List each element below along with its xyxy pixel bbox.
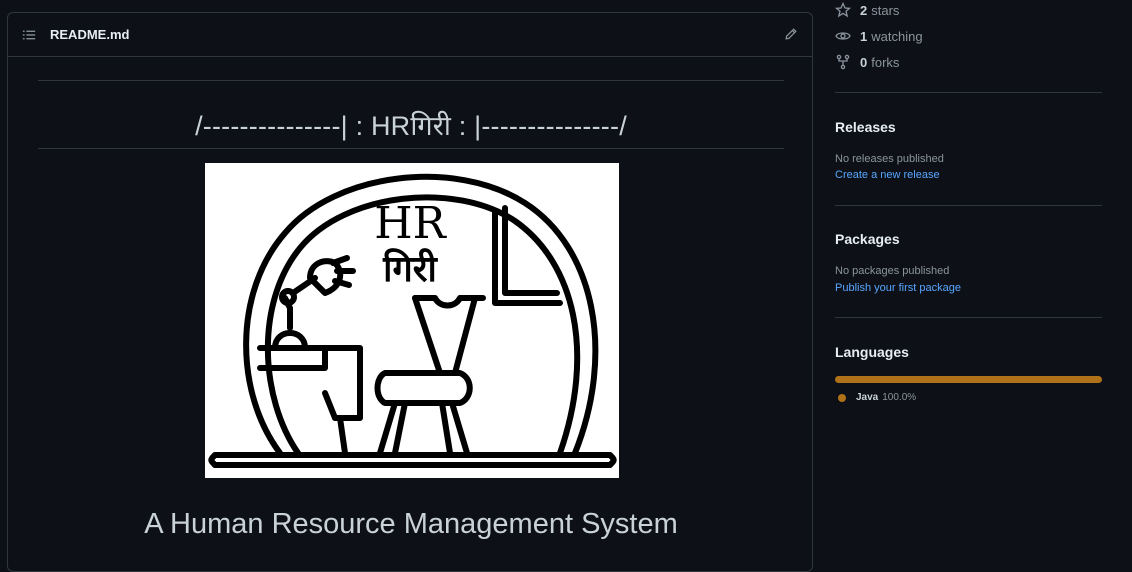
- divider: [835, 317, 1102, 318]
- fork-icon: [836, 54, 850, 70]
- stars-label: stars: [871, 2, 900, 18]
- forks-label: forks: [871, 54, 900, 70]
- readme-banner: /---------------| : HRगिरी : |----------…: [195, 111, 627, 141]
- language-bar: [835, 376, 1102, 383]
- divider: [38, 80, 784, 81]
- stars-count: 2: [860, 2, 868, 18]
- language-percent: 100.0%: [882, 392, 917, 403]
- divider: [835, 205, 1102, 206]
- language-name: Java: [856, 392, 879, 403]
- language-color-dot: [838, 393, 846, 402]
- packages-empty-text: No packages published: [835, 265, 950, 277]
- readme-header: README.md: [8, 13, 812, 57]
- watching-link[interactable]: 1 watching: [835, 28, 923, 44]
- releases-heading[interactable]: Releases: [835, 119, 896, 135]
- list-icon[interactable]: [22, 28, 36, 42]
- logo-hr-text: HR: [374, 198, 447, 249]
- eye-icon: [835, 32, 851, 40]
- star-icon: [835, 2, 851, 18]
- packages-heading[interactable]: Packages: [835, 231, 900, 247]
- hrgiri-logo: HR गिरी: [205, 163, 619, 478]
- pencil-icon[interactable]: [784, 27, 798, 41]
- watching-count: 1: [860, 28, 868, 44]
- divider: [835, 92, 1102, 93]
- releases-empty-text: No releases published: [835, 153, 944, 165]
- publish-package-link[interactable]: Publish your first package: [835, 282, 961, 294]
- language-item-java[interactable]: Java 100.0%: [838, 392, 916, 403]
- languages-heading: Languages: [835, 344, 909, 360]
- readme-subtitle: A Human Resource Management System: [144, 508, 678, 540]
- forks-link[interactable]: 0 forks: [835, 54, 899, 70]
- create-release-link[interactable]: Create a new release: [835, 169, 940, 181]
- watching-label: watching: [871, 28, 923, 44]
- divider: [38, 148, 784, 149]
- readme-panel: README.md /---------------| : HRगिरी : |…: [7, 12, 813, 572]
- readme-filename[interactable]: README.md: [50, 27, 129, 42]
- forks-count: 0: [860, 54, 868, 70]
- stars-link[interactable]: 2 stars: [835, 2, 899, 18]
- logo-giri-text: गिरी: [382, 248, 438, 290]
